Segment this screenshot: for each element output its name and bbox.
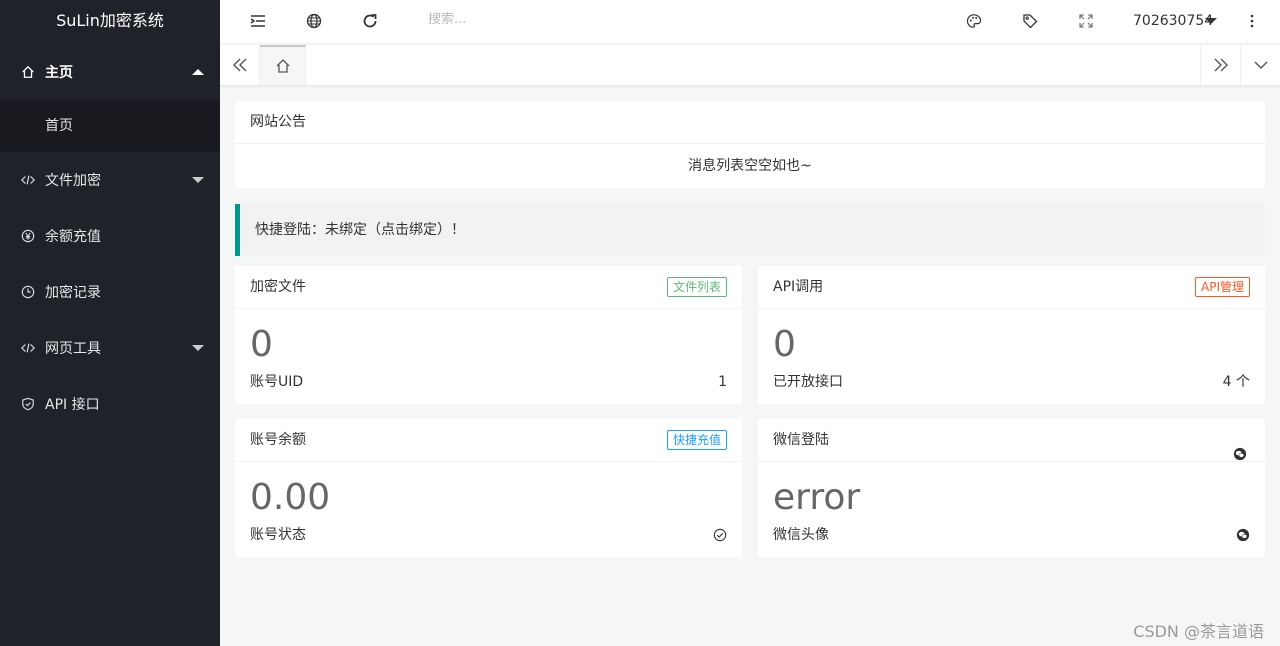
sidebar-item-label: 加密记录 [45,285,101,301]
sidebar-item-home[interactable]: 主页 [0,44,220,100]
api-open-row: 已开放接口 4 个 [758,371,1265,401]
files-card-title: 加密文件 [250,279,306,295]
account-status-label: 账号状态 [250,527,306,543]
caret-up-icon [192,69,204,75]
api-manage-badge[interactable]: API管理 [1195,277,1250,297]
tab-home[interactable] [260,45,306,85]
wechat-card: 微信登陆 error 微信头像 [758,419,1265,557]
notice-card: 网站公告 消息列表空空如也~ [235,101,1265,188]
wechat-status: error [773,477,861,518]
sidebar-item-label: 网页工具 [45,341,101,357]
quick-recharge-badge[interactable]: 快捷充值 [666,430,727,450]
uid-label: 账号UID [250,374,304,390]
api-card-title: API调用 [773,279,824,295]
notice-title: 网站公告 [235,101,1265,144]
sidebar-item-recharge[interactable]: 余额充值 [0,208,220,264]
uid-row: 账号UID 1 [235,371,742,401]
balance-card-title: 账号余额 [250,432,306,448]
yen-icon [20,229,36,243]
wechat-card-title: 微信登陆 [773,432,829,448]
caret-down-icon [192,177,204,183]
files-card: 加密文件 文件列表 0 账号UID 1 [235,266,742,404]
account-status-row: 账号状态 [235,524,742,554]
more-vertical-icon[interactable] [1243,12,1261,30]
palette-icon[interactable] [965,12,983,30]
code-icon [20,341,36,355]
globe-icon[interactable] [305,12,323,30]
home-icon [276,59,289,73]
file-list-badge[interactable]: 文件列表 [666,277,727,297]
sidebar: SuLin加密系统 主页 首页 文件加密 余额充值 加密记录 网页工具 API … [0,0,220,646]
wechat-avatar-row: 微信头像 [758,524,1265,554]
sidebar-item-api[interactable]: API 接口 [0,376,220,432]
tab-dropdown-icon[interactable] [1240,45,1280,85]
top-header: 702630754 [220,0,1280,44]
api-open-value: 4 个 [1222,374,1250,390]
quick-login-banner[interactable]: 快捷登陆：未绑定（点击绑定）！ [235,204,1265,256]
sidebar-subitem-index[interactable]: 首页 [0,100,220,152]
sidebar-item-label: 余额充值 [45,229,101,245]
watermark: CSDN @茶言道语 [1133,622,1264,641]
code-icon [20,173,36,187]
api-open-label: 已开放接口 [773,374,843,390]
sidebar-item-label: 文件加密 [45,173,101,189]
api-card: API调用 API管理 0 已开放接口 4 个 [758,266,1265,404]
refresh-icon[interactable] [361,12,379,30]
sidebar-item-label: API 接口 [45,397,100,413]
search-input[interactable] [428,12,628,27]
uid-value: 1 [718,374,727,390]
tabs-bar [220,45,1280,86]
clock-icon [20,285,36,299]
balance-card: 账号余额 快捷充值 0.00 账号状态 [235,419,742,557]
app-logo[interactable]: SuLin加密系统 [0,0,220,44]
caret-down-icon [192,345,204,351]
fullscreen-icon[interactable] [1077,12,1095,30]
wechat-icon[interactable] [1233,433,1247,476]
scroll-left-icon[interactable] [220,45,260,85]
check-circle-icon [713,524,727,554]
files-count: 0 [250,324,273,365]
notice-empty-text: 消息列表空空如也~ [688,158,812,174]
menu-fold-icon[interactable] [249,12,267,30]
scroll-right-icon[interactable] [1200,45,1240,85]
sidebar-item-records[interactable]: 加密记录 [0,264,220,320]
shield-icon [20,397,36,411]
sidebar-item-web-tools[interactable]: 网页工具 [0,320,220,376]
wechat-icon [1236,524,1250,554]
balance-value: 0.00 [250,477,331,518]
user-menu[interactable]: 702630754 [1133,13,1213,29]
wechat-avatar-label: 微信头像 [773,527,829,543]
api-count: 0 [773,324,796,365]
tag-icon[interactable] [1021,12,1039,30]
home-icon [20,65,36,79]
sidebar-item-file-encrypt[interactable]: 文件加密 [0,152,220,208]
sidebar-item-label: 主页 [45,65,73,81]
caret-down-icon [1205,18,1217,24]
